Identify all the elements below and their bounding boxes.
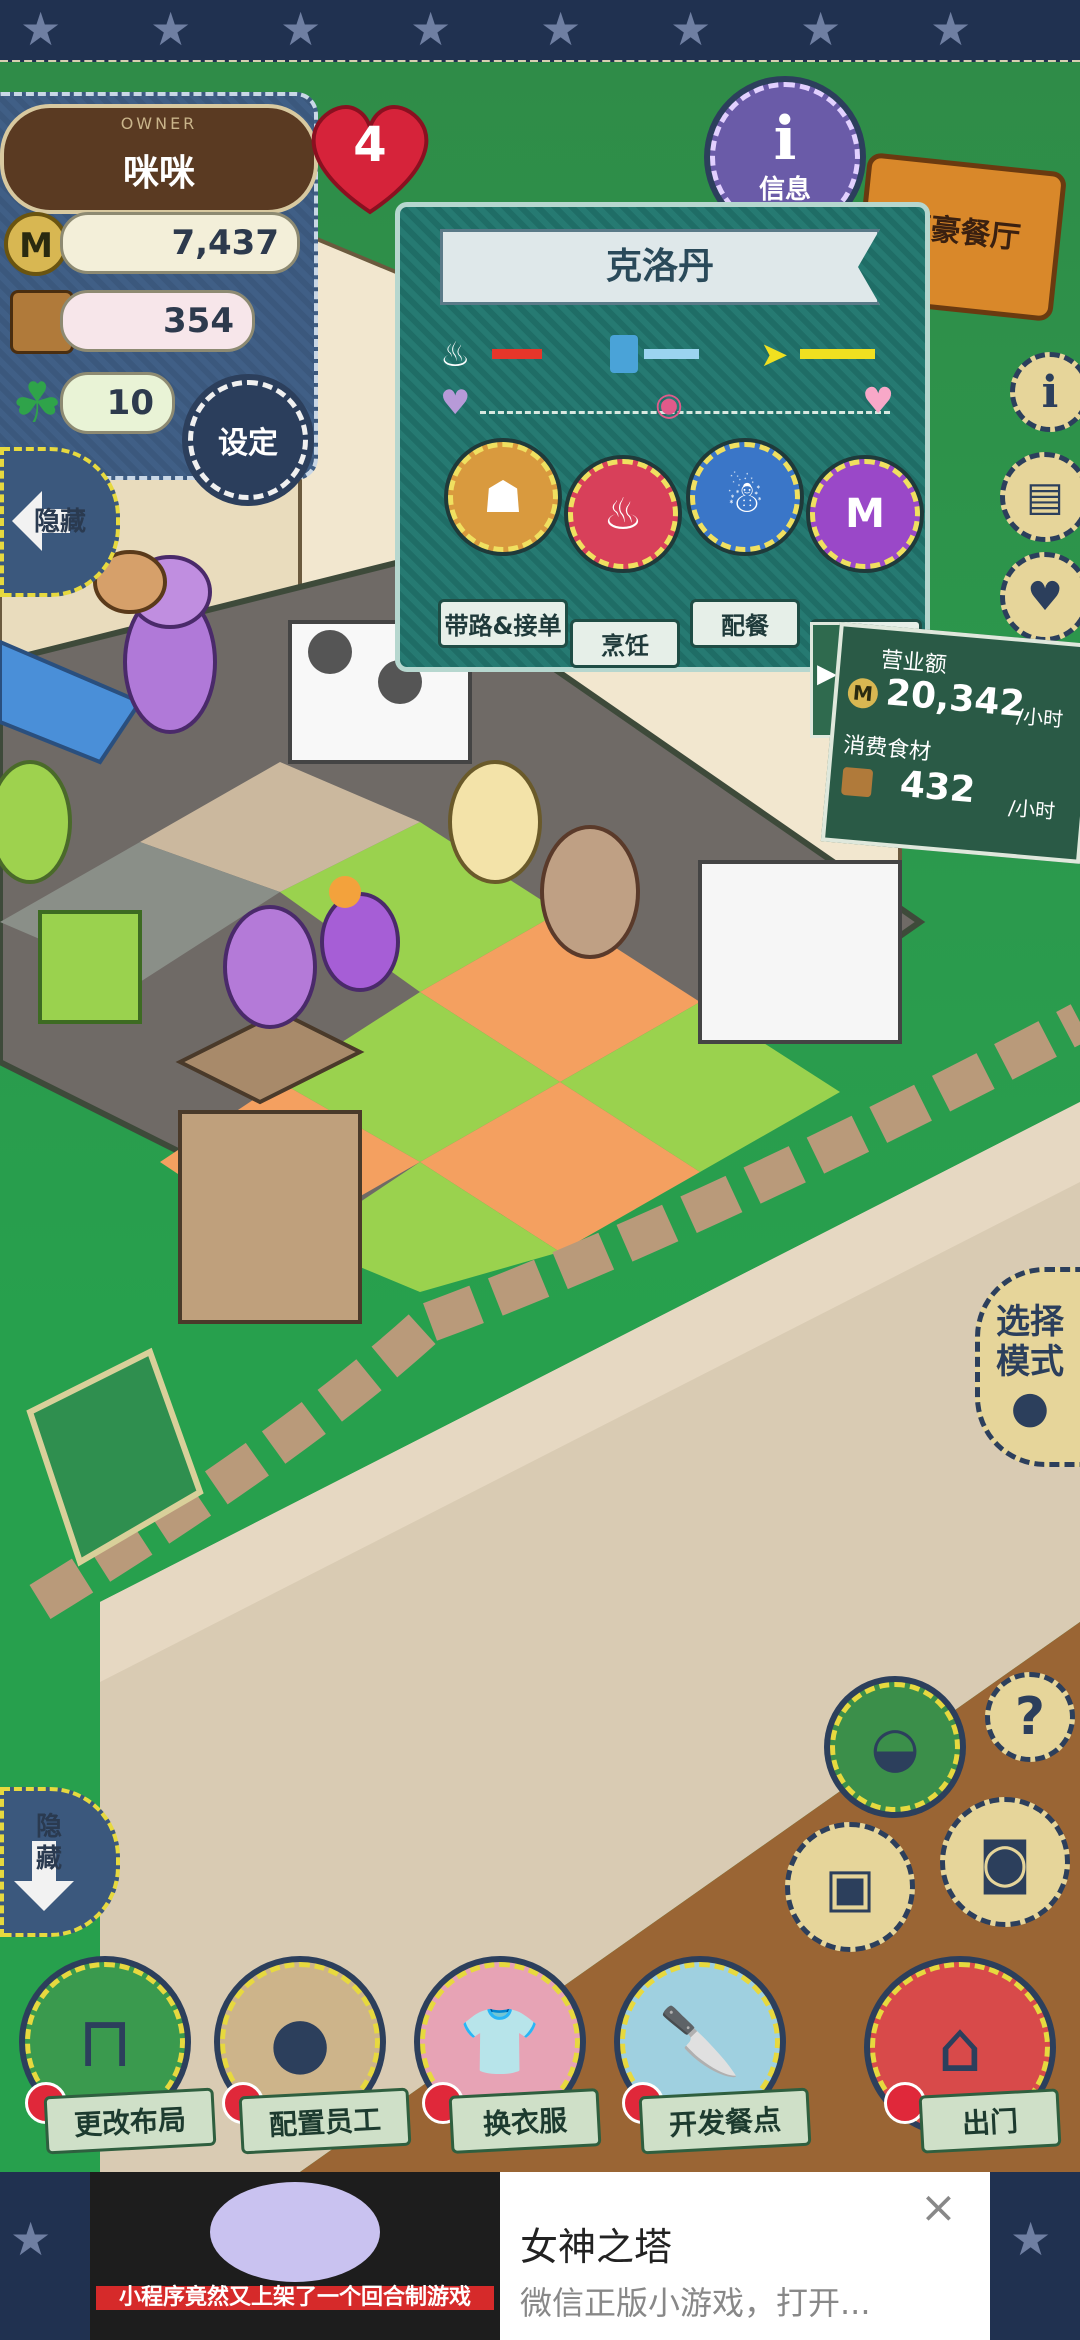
skill-serve-icon[interactable]: ☃: [690, 442, 800, 552]
album-button[interactable]: ▣: [785, 1822, 915, 1952]
clover-icon: ☘: [12, 371, 63, 436]
food-value: 354: [60, 290, 255, 352]
sales-unit: /小时: [1015, 703, 1065, 732]
select-mode-label: 选择模式: [996, 1301, 1064, 1382]
side-info-button[interactable]: i: [1010, 352, 1080, 432]
owner-name-plate: OWNER 咪咪: [0, 104, 318, 214]
help-label: ?: [1014, 1687, 1046, 1747]
star-icon: ★: [150, 2, 192, 56]
star-icon: ★: [10, 2212, 52, 2266]
skill-cook-icon[interactable]: ♨: [568, 459, 678, 569]
skill-bar-serve: [644, 349, 699, 359]
pointer-icon: ➤: [760, 335, 789, 375]
camera-button[interactable]: ◙: [940, 1797, 1070, 1927]
settings-label: 设定: [218, 426, 278, 461]
food-cost-unit: /小时: [1007, 795, 1057, 824]
sales-coin-icon: M: [846, 677, 880, 710]
ad-image: 小程序竟然又上架了一个回合制游戏: [90, 2172, 500, 2340]
star-icon: ★: [410, 2, 452, 56]
staff-name-banner: 克洛丹: [440, 229, 880, 305]
skill-cashier-icon[interactable]: M: [810, 459, 920, 569]
assign-staff-label: 配置员工: [238, 2087, 412, 2155]
table-icon: ⊓: [77, 2001, 133, 2083]
income-board: 营业额 M 20,342 /小时 消费食材 432 /小时: [820, 622, 1080, 864]
hide-top-label: 隐藏: [34, 507, 87, 537]
bear-head-icon: ●: [269, 2001, 331, 2083]
heart-chat-icon: ♥: [1027, 574, 1063, 620]
develop-menu-label: 开发餐点: [638, 2087, 812, 2155]
clover-value: 10: [60, 372, 175, 434]
select-mode-button[interactable]: 选择模式 ●: [975, 1267, 1080, 1467]
game-scene[interactable]: OWNER 咪咪 M 7,437 354 ☘ 10 4 设定 隐藏 i 信息 豪…: [0, 62, 1080, 2172]
help-button[interactable]: ?: [985, 1672, 1075, 1762]
star-icon: ★: [1010, 2212, 1052, 2266]
star-icon: ★: [540, 2, 582, 56]
info-icon: i: [773, 103, 797, 174]
waiter-icon: ☃: [725, 471, 765, 523]
staff-card: 克洛丹 ♨ ➤ ♥ ◉ ♥ ☗ ♨ ☃ M 带路&接单 烹饪 配餐 收银台: [395, 202, 930, 672]
owner-tag: OWNER: [120, 114, 198, 133]
skill-bar-cook: [492, 349, 542, 359]
skill-label-guide: 带路&接单: [438, 599, 568, 648]
go-out-label: 出门: [918, 2088, 1062, 2154]
skill-guide-order-icon[interactable]: ☗: [448, 442, 558, 552]
hide-bottom-label: 隐藏: [36, 1812, 63, 1874]
uniform-button[interactable]: ◒: [830, 1682, 960, 1812]
knife-icon: 🔪: [658, 2003, 742, 2080]
chef-hat-icon: ♨: [440, 335, 471, 375]
info-label: 信息: [758, 174, 811, 205]
chef-hat-large-icon: ♨: [603, 488, 643, 540]
money-value: 7,437: [60, 212, 300, 274]
coin-icon-letter: M: [19, 226, 53, 266]
skill-label-serve: 配餐: [690, 599, 800, 648]
ad-banner-text: 小程序竟然又上架了一个回合制游戏: [96, 2286, 494, 2310]
ad-subtitle: 微信正版小游戏，打开...: [520, 2284, 871, 2322]
book-icon: ▤: [1026, 474, 1064, 520]
m-coin-icon: M: [845, 491, 885, 537]
lollipop-icon: ◉: [655, 385, 683, 423]
star-icon: ★: [930, 2, 972, 56]
camera-icon: ◙: [978, 1830, 1032, 1894]
ad-character-face: [210, 2182, 380, 2282]
food-cost-value: 432: [898, 763, 977, 812]
change-clothes-label: 换衣服: [448, 2088, 602, 2154]
ad-banner[interactable]: 小程序竟然又上架了一个回合制游戏 女神之塔 微信正版小游戏，打开... ×: [90, 2172, 990, 2340]
sales-value: 20,342: [884, 672, 1027, 726]
tray-icon: [610, 335, 638, 373]
skill-label-cook: 烹饪: [570, 619, 680, 668]
info-small-icon: i: [1041, 366, 1059, 418]
change-layout-label: 更改布局: [43, 2087, 217, 2155]
settings-button[interactable]: 设定: [188, 380, 308, 500]
staff-name: 克洛丹: [605, 246, 714, 287]
ad-title: 女神之塔: [520, 2225, 673, 2269]
door-icon: ⌂: [937, 2006, 983, 2088]
table-guide-icon: ☗: [483, 471, 523, 523]
star-icon: ★: [20, 2, 62, 56]
owner-name: 咪咪: [122, 153, 195, 194]
side-book-button[interactable]: ▤: [1000, 452, 1080, 542]
star-icon: ★: [670, 2, 712, 56]
coin-icon: M: [4, 212, 68, 276]
album-icon: ▣: [824, 1855, 876, 1919]
heart-full-icon: ♥: [862, 381, 895, 422]
food-cost-icon: [840, 766, 874, 798]
broken-heart-icon: ♥: [440, 383, 471, 423]
food-cost-label: 消费食材: [842, 732, 933, 766]
shirt-icon: 👕: [458, 2003, 542, 2080]
heart-count: 4: [353, 117, 387, 173]
bear-face-icon: ●: [1010, 1381, 1050, 1433]
mood-meter: [480, 411, 890, 414]
hat-icon: ◒: [870, 1714, 920, 1780]
skill-bar-guide: [800, 349, 875, 359]
star-icon: ★: [800, 2, 842, 56]
side-heart-button[interactable]: ♥: [1000, 552, 1080, 642]
top-star-strip: ★ ★ ★ ★ ★ ★ ★ ★: [0, 0, 1080, 64]
star-icon: ★: [280, 2, 322, 56]
ad-close-icon[interactable]: ×: [920, 2182, 957, 2233]
